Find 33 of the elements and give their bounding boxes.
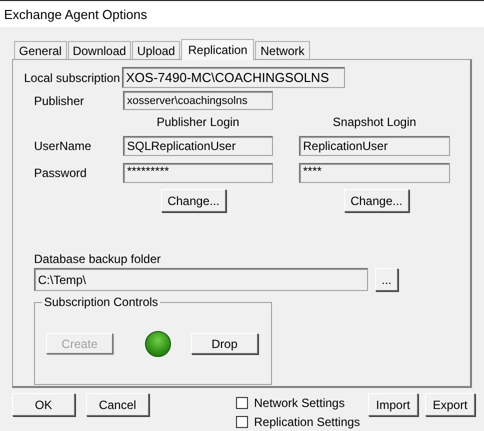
button[interactable]: Export — [425, 393, 476, 416]
field-label: Password — [34, 166, 88, 180]
button[interactable]: Change... — [344, 189, 409, 212]
tab[interactable]: Replication — [181, 39, 254, 60]
field-label: Local subscription — [24, 70, 122, 84]
tab[interactable]: General — [14, 41, 67, 59]
input-field[interactable]: ReplicationUser — [299, 136, 450, 156]
window-title: Exchange Agent Options — [4, 6, 148, 22]
tab[interactable]: Network — [255, 41, 310, 59]
checkbox-label: Replication Settings — [254, 414, 360, 428]
column-heading: Snapshot Login — [332, 115, 416, 129]
tab[interactable]: Download — [68, 41, 132, 59]
checkbox-label: Network Settings — [254, 396, 345, 410]
field-label: Database backup folder — [34, 252, 161, 266]
input-field[interactable]: C:\Temp\ — [34, 268, 368, 291]
button[interactable]: OK — [12, 393, 75, 416]
column-heading: Publisher Login — [156, 115, 240, 129]
field-label: UserName — [34, 139, 92, 153]
button[interactable]: ... — [375, 268, 398, 291]
checkbox[interactable] — [236, 396, 248, 408]
checkbox[interactable] — [236, 416, 248, 428]
input-field[interactable]: XOS-7490-MC\COACHINGSOLNS — [122, 67, 345, 88]
button[interactable]: Change... — [161, 189, 226, 212]
input-field[interactable]: ********* — [123, 163, 273, 183]
button[interactable]: Import — [368, 393, 418, 416]
group-title: Subscription Controls — [42, 295, 160, 309]
button[interactable]: Drop — [191, 333, 258, 354]
button[interactable]: Cancel — [86, 393, 149, 416]
tab[interactable]: Upload — [132, 41, 180, 59]
field-label: Publisher — [34, 94, 86, 108]
input-field[interactable]: SQLReplicationUser — [123, 136, 273, 156]
input-field[interactable]: xosserver\coachingsolns — [123, 91, 273, 110]
input-field[interactable]: **** — [299, 163, 450, 183]
